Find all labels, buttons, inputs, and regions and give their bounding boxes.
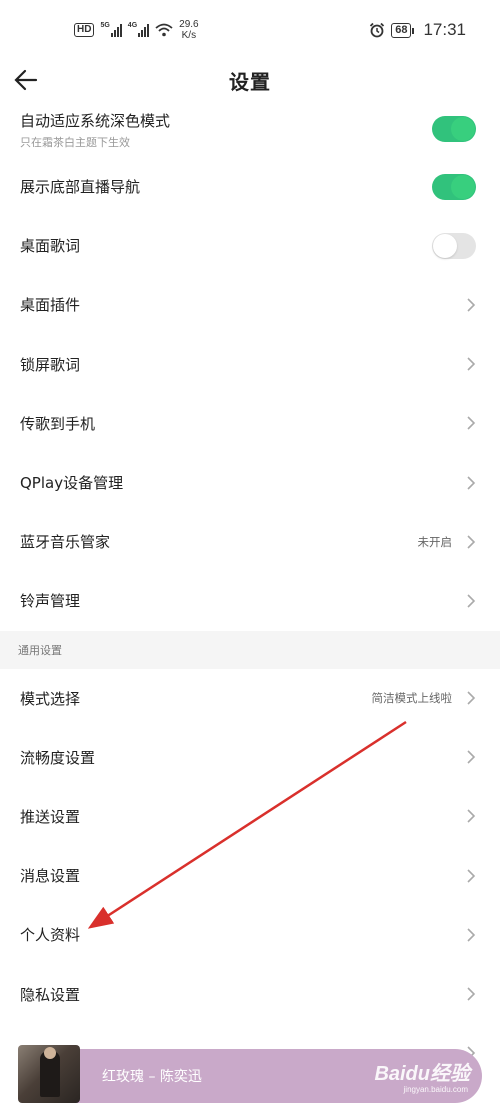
setting-label: 展示底部直播导航 (20, 178, 141, 197)
dark-mode-toggle[interactable] (432, 115, 476, 142)
back-arrow-icon[interactable] (12, 66, 40, 94)
page-title: 设置 (229, 69, 271, 94)
setting-label: 模式选择 (20, 689, 81, 708)
clock: 17:31 (423, 20, 466, 39)
setting-qplay[interactable]: QPlay设备管理 (0, 452, 500, 513)
chevron-right-icon (467, 750, 476, 764)
setting-label: 铃声管理 (20, 592, 81, 611)
status-left: HD 5G 4G 29.6 K/s (74, 19, 199, 41)
setting-dark-mode[interactable]: 自动适应系统深色模式 只在霜茶白主题下生效 (0, 100, 500, 157)
setting-messages[interactable]: 消息设置 (0, 846, 500, 906)
settings-list: 自动适应系统深色模式 只在霜茶白主题下生效 展示底部直播导航 桌面歌词 桌面插件… (0, 100, 500, 1083)
setting-value: 未开启 (417, 534, 453, 549)
setting-label: 桌面歌词 (20, 237, 81, 256)
chevron-right-icon (467, 298, 476, 312)
setting-label: 桌面插件 (20, 296, 81, 315)
setting-desktop-widget[interactable]: 桌面插件 (0, 275, 500, 335)
setting-live-nav[interactable]: 展示底部直播导航 (0, 157, 500, 217)
chevron-right-icon (467, 535, 476, 549)
status-right: 68 17:31 (369, 20, 466, 40)
chevron-right-icon (467, 691, 476, 705)
chevron-right-icon (467, 416, 476, 430)
setting-label: 锁屏歌词 (20, 355, 81, 374)
watermark-sub: jingyan.baidu.com (403, 1085, 468, 1094)
now-playing-title: 红玫瑰 – 陈奕迅 (102, 1069, 202, 1085)
setting-transfer-to-phone[interactable]: 传歌到手机 (0, 393, 500, 453)
signal-icon: 5G (100, 21, 122, 37)
alarm-icon (370, 22, 385, 38)
chevron-right-icon (467, 594, 476, 608)
setting-label: 蓝牙音乐管家 (20, 533, 111, 552)
setting-lockscreen-lyrics[interactable]: 锁屏歌词 (0, 334, 500, 394)
setting-label: 个人资料 (20, 926, 81, 945)
setting-push[interactable]: 推送设置 (0, 786, 500, 847)
chevron-right-icon (467, 357, 476, 371)
setting-label: QPlay设备管理 (20, 474, 124, 493)
net-speed-unit: K/s (181, 30, 197, 41)
sim2-label: 4G (127, 21, 138, 29)
net-speed-value: 29.6 (179, 19, 199, 30)
setting-label: 自动适应系统深色模式 (20, 112, 171, 130)
watermark-text: Baidu经验 (374, 1063, 470, 1085)
setting-label: 消息设置 (20, 867, 81, 886)
section-header-general: 通用设置 (0, 630, 500, 669)
desktop-lyrics-toggle[interactable] (432, 232, 476, 259)
page-header: 设置 (0, 60, 500, 100)
chevron-right-icon (467, 809, 476, 824)
setting-control (432, 157, 476, 216)
album-cover[interactable] (18, 1045, 80, 1103)
setting-desktop-lyrics[interactable]: 桌面歌词 (0, 216, 500, 276)
sim1-label: 5G (100, 21, 110, 29)
setting-mode-select[interactable]: 模式选择 简洁模式上线啦 (0, 668, 500, 728)
setting-privacy[interactable]: 隐私设置 (0, 964, 500, 1024)
baidu-watermark: Baidu经验 jingyan.baidu.com (374, 1057, 470, 1094)
chevron-right-icon (467, 869, 476, 883)
setting-label: 传歌到手机 (20, 414, 96, 433)
setting-bluetooth[interactable]: 蓝牙音乐管家 未开启 (0, 512, 500, 572)
setting-label: 流畅度设置 (20, 748, 96, 767)
setting-label: 推送设置 (20, 807, 81, 826)
hd-badge: HD (74, 23, 95, 37)
setting-sublabel: 只在霜茶白主题下生效 (20, 136, 130, 149)
live-nav-toggle[interactable] (432, 173, 476, 200)
wifi-icon (155, 23, 173, 37)
signal-icon: 4G (127, 21, 150, 37)
setting-value: 简洁模式上线啦 (371, 691, 453, 706)
setting-profile[interactable]: 个人资料 (0, 905, 500, 965)
setting-label: 隐私设置 (20, 985, 81, 1004)
battery-icon: 68 (391, 22, 415, 38)
setting-control (432, 216, 476, 275)
chevron-right-icon (467, 475, 476, 490)
setting-smoothness[interactable]: 流畅度设置 (0, 727, 500, 787)
chevron-right-icon (467, 987, 476, 1001)
setting-ringtone[interactable]: 铃声管理 (0, 571, 500, 631)
chevron-right-icon (467, 928, 476, 942)
status-bar: HD 5G 4G 29.6 K/s 68 17:31 (0, 0, 500, 60)
setting-control (432, 100, 476, 157)
mini-player[interactable]: 红玫瑰 – 陈奕迅 Baidu经验 jingyan.baidu.com (18, 1045, 482, 1103)
net-speed: 29.6 K/s (179, 19, 198, 41)
